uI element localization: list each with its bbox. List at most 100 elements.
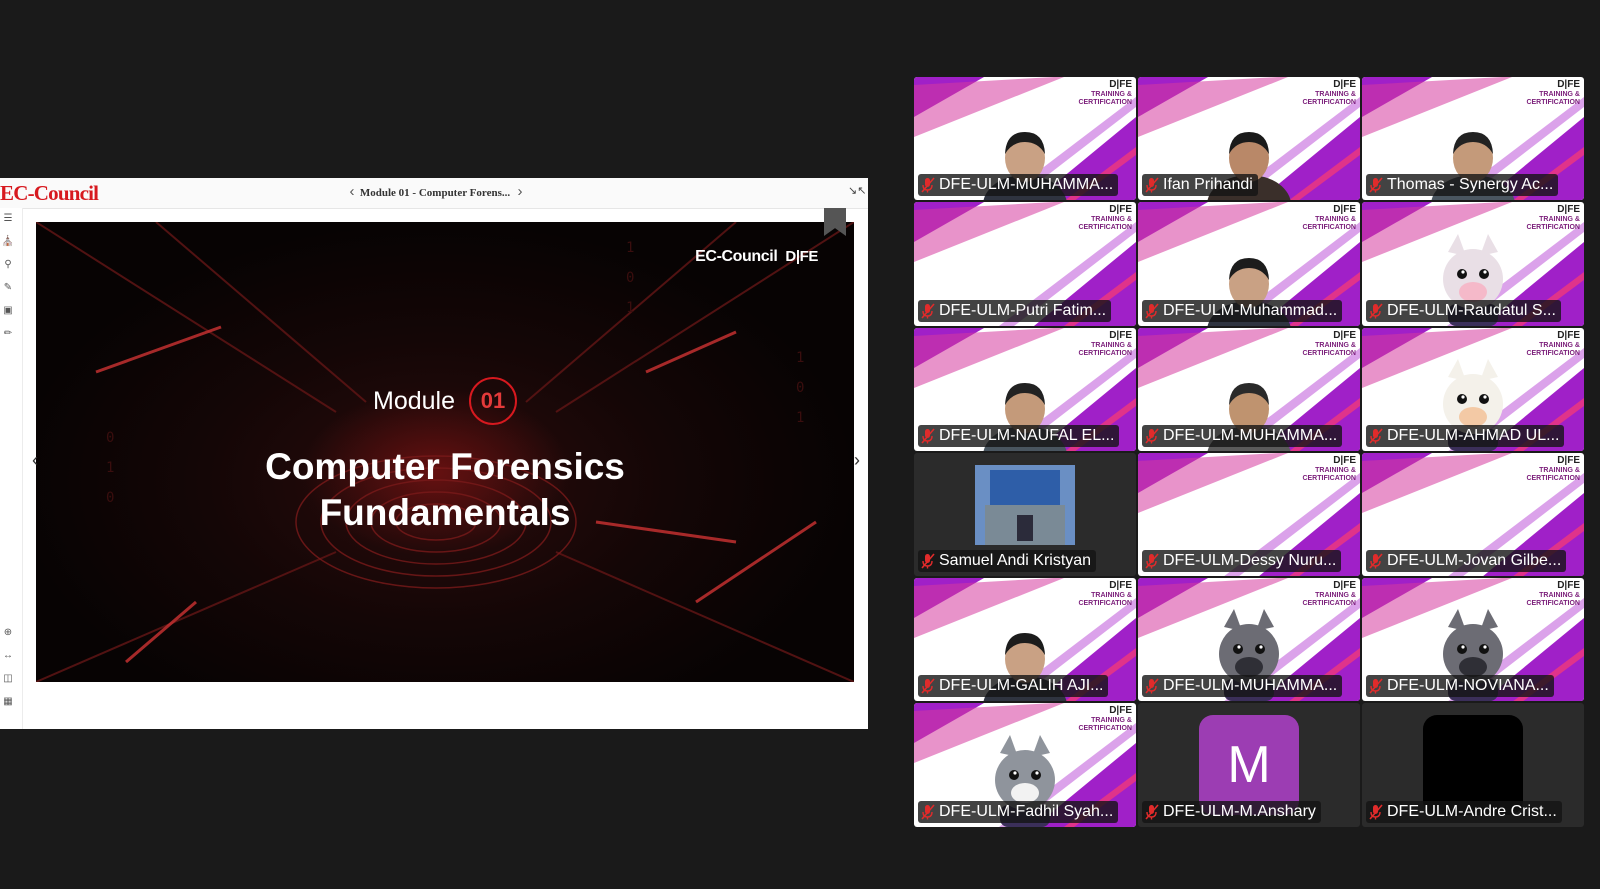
zoom-in-icon[interactable]: ⊕ xyxy=(1,626,15,640)
participant-name: DFE-ULM-MUHAMMA... xyxy=(1163,677,1338,695)
list-icon[interactable]: ☰ xyxy=(1,212,15,226)
participant-tile[interactable]: M DFE-ULM-M.Anshary xyxy=(1138,703,1360,827)
badge-line-1: D|FE xyxy=(1333,79,1356,90)
book-icon[interactable]: ◫ xyxy=(1,672,15,686)
participant-name: DFE-ULM-M.Anshary xyxy=(1163,802,1316,820)
module-label: Module 01 xyxy=(36,377,854,425)
participant-tile[interactable]: D|FE TRAINING & CERTIFICATION Thomas - Syne… xyxy=(1362,77,1584,201)
dfe-badge: D|FE TRAINING & CERTIFICATION xyxy=(1078,580,1132,608)
badge-line-3: CERTIFICATION xyxy=(1526,600,1580,608)
muted-mic-icon xyxy=(1145,428,1159,444)
dfe-badge: D|FE TRAINING & CERTIFICATION xyxy=(1078,204,1132,232)
participant-name: DFE-ULM-MUHAMMA... xyxy=(1163,426,1338,444)
participant-nameplate: DFE-ULM-NAUFAL EL... xyxy=(918,424,1120,447)
tag-icon[interactable]: ⛪ xyxy=(1,235,15,249)
dfe-badge: D|FE TRAINING & CERTIFICATION xyxy=(1302,580,1356,608)
participant-nameplate: DFE-ULM-NOVIANA... xyxy=(1366,675,1554,698)
muted-mic-icon xyxy=(921,303,935,319)
badge-line-2: TRAINING & xyxy=(1091,341,1132,349)
badge-line-2: TRAINING & xyxy=(1539,466,1580,474)
muted-mic-icon xyxy=(921,553,935,569)
badge-line-2: TRAINING & xyxy=(1539,341,1580,349)
badge-line-3: CERTIFICATION xyxy=(1302,600,1356,608)
slide-logo-ec-council: EC-Council xyxy=(695,248,778,265)
slide-title-line-2: Fundamentals xyxy=(319,492,571,533)
participant-name: DFE-ULM-MUHAMMA... xyxy=(939,176,1114,194)
participant-tile[interactable]: DFE-ULM-Andre Crist... xyxy=(1362,703,1584,827)
chevron-right-icon[interactable]: › xyxy=(510,182,530,202)
svg-text:1: 1 xyxy=(626,300,634,316)
participant-name: DFE-ULM-NAUFAL EL... xyxy=(939,426,1115,444)
muted-mic-icon xyxy=(1145,678,1159,695)
participant-tile[interactable]: D|FE TRAINING & CERTIFICATION DFE-ULM-Fadhi… xyxy=(914,703,1136,827)
participant-tile[interactable]: Samuel Andi Kristyan xyxy=(914,452,1136,577)
viewer-toolbar: EC-Council ‹ Module 01 - Computer Forens… xyxy=(0,178,868,209)
badge-line-1: D|FE xyxy=(1557,329,1580,341)
participant-tile[interactable]: D|FE TRAINING & CERTIFICATION DFE-ULM-Putri… xyxy=(914,202,1136,326)
badge-line-1: D|FE xyxy=(1557,79,1580,90)
fit-width-icon[interactable]: ↔ xyxy=(1,649,15,663)
badge-line-1: D|FE xyxy=(1333,204,1356,216)
muted-mic-icon xyxy=(921,177,935,193)
badge-line-1: D|FE xyxy=(1557,454,1580,466)
participant-name: Samuel Andi Kristyan xyxy=(939,552,1092,570)
badge-line-3: CERTIFICATION xyxy=(1526,349,1580,357)
pen-icon[interactable]: ✎ xyxy=(1,281,15,295)
participant-tile[interactable]: D|FE TRAINING & CERTIFICATION DFE-ULM-AHMAD… xyxy=(1362,327,1584,451)
next-slide-icon[interactable]: › xyxy=(850,448,864,472)
dfe-badge: D|FE TRAINING & CERTIFICATION xyxy=(1302,204,1356,232)
badge-line-2: TRAINING & xyxy=(1315,341,1356,349)
participant-tile[interactable]: D|FE TRAINING & CERTIFICATION DFE-ULM-Jovan… xyxy=(1362,452,1584,577)
participant-nameplate: DFE-ULM-M.Anshary xyxy=(1142,800,1321,823)
participant-tile[interactable]: D|FE TRAINING & CERTIFICATION DFE-ULM-MUHAM… xyxy=(1138,578,1360,702)
svg-text:1: 1 xyxy=(626,240,634,256)
participant-tile[interactable]: D|FE TRAINING & CERTIFICATION DFE-ULM-GALIH… xyxy=(914,578,1136,702)
participant-nameplate: DFE-ULM-Dessy Nuru... xyxy=(1142,550,1342,573)
dfe-badge: D|FE TRAINING & CERTIFICATION xyxy=(1526,204,1580,232)
participant-name: Ifan Prihandi xyxy=(1163,176,1253,194)
badge-line-1: D|FE xyxy=(1333,454,1356,466)
building-photo xyxy=(975,464,1075,545)
participant-nameplate: DFE-ULM-MUHAMMA... xyxy=(1142,675,1343,698)
participant-nameplate: Ifan Prihandi xyxy=(1142,174,1258,197)
participant-name: DFE-ULM-NOVIANA... xyxy=(1387,677,1549,695)
dfe-badge: D|FE TRAINING & CERTIFICATION xyxy=(1302,455,1356,483)
dfe-badge: D|FE TRAINING & CERTIFICATION xyxy=(1302,79,1356,107)
participant-tile[interactable]: D|FE TRAINING & CERTIFICATION Ifan Prihandi xyxy=(1138,77,1360,201)
muted-mic-icon xyxy=(1369,177,1383,193)
badge-line-1: D|FE xyxy=(1109,705,1132,717)
search-icon[interactable]: ⚲ xyxy=(1,258,15,272)
badge-line-2: TRAINING & xyxy=(1539,91,1580,98)
grid-icon[interactable]: ▦ xyxy=(1,695,15,709)
slide-title-line-1: Computer Forensics xyxy=(265,446,625,487)
participant-tile[interactable]: D|FE TRAINING & CERTIFICATION DFE-ULM-Dessy… xyxy=(1138,452,1360,577)
participant-tile[interactable]: D|FE TRAINING & CERTIFICATION DFE-ULM-MUHAM… xyxy=(1138,327,1360,451)
participant-tile[interactable]: D|FE TRAINING & CERTIFICATION DFE-ULM-Rauda… xyxy=(1362,202,1584,326)
participant-name: Thomas - Synergy Ac... xyxy=(1387,176,1554,194)
dfe-badge: D|FE TRAINING & CERTIFICATION xyxy=(1526,330,1580,358)
participant-name: DFE-ULM-Dessy Nuru... xyxy=(1163,552,1337,570)
previous-slide-icon[interactable]: ‹ xyxy=(28,448,42,472)
muted-mic-icon xyxy=(1145,177,1159,193)
badge-line-2: TRAINING & xyxy=(1091,592,1132,600)
dfe-badge: D|FE TRAINING & CERTIFICATION xyxy=(1078,330,1132,358)
participant-tile[interactable]: D|FE TRAINING & CERTIFICATION DFE-ULM-MUHAM… xyxy=(914,77,1136,201)
muted-mic-icon xyxy=(921,678,935,695)
participant-name: DFE-ULM-Raudatul S... xyxy=(1387,301,1556,319)
badge-line-3: CERTIFICATION xyxy=(1302,349,1356,357)
muted-mic-icon xyxy=(921,804,935,820)
participant-tile[interactable]: D|FE TRAINING & CERTIFICATION DFE-ULM-Muham… xyxy=(1138,202,1360,326)
dfe-badge: D|FE TRAINING & CERTIFICATION xyxy=(1526,455,1580,483)
participant-tile[interactable]: D|FE TRAINING & CERTIFICATION DFE-ULM-NOVIA… xyxy=(1362,578,1584,702)
badge-line-3: CERTIFICATION xyxy=(1526,474,1580,482)
note-icon[interactable]: ▣ xyxy=(1,304,15,318)
breadcrumb: Module 01 - Computer Forens... xyxy=(359,187,511,199)
participant-nameplate: DFE-ULM-MUHAMMA... xyxy=(918,174,1119,197)
highlighter-icon[interactable]: ✏ xyxy=(1,327,15,341)
participant-nameplate: DFE-ULM-Muhammad... xyxy=(1142,299,1343,322)
collapse-icon[interactable]: ↘↖ xyxy=(848,183,866,199)
participant-tile[interactable]: D|FE TRAINING & CERTIFICATION DFE-ULM-NAUFA… xyxy=(914,327,1136,451)
badge-line-1: D|FE xyxy=(1109,580,1132,592)
dfe-badge: D|FE TRAINING & CERTIFICATION xyxy=(1526,580,1580,608)
badge-line-3: CERTIFICATION xyxy=(1078,224,1132,232)
